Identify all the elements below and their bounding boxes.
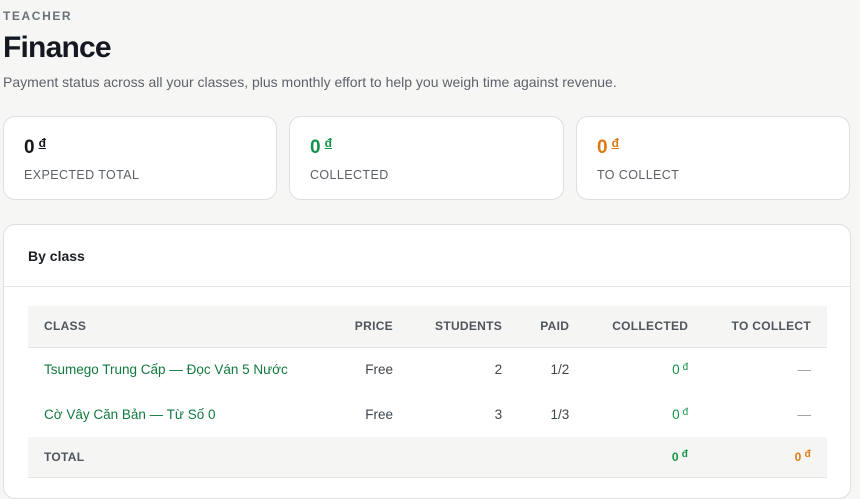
col-class: CLASS bbox=[28, 306, 332, 348]
currency-symbol: đ bbox=[682, 407, 689, 418]
kpi-to-collect-value: 0đ bbox=[597, 136, 619, 158]
cell-collected: 0đ bbox=[672, 407, 689, 422]
table-row: Tsumego Trung Cấp — Đọc Ván 5 Nước Free … bbox=[28, 347, 827, 392]
currency-symbol: đ bbox=[38, 136, 46, 150]
total-empty bbox=[518, 437, 586, 478]
col-price: PRICE bbox=[331, 306, 409, 348]
cell-price: Free bbox=[365, 362, 393, 378]
cell-price: Free bbox=[365, 407, 393, 422]
col-paid: PAID bbox=[518, 306, 586, 348]
page-title: Finance bbox=[3, 31, 112, 64]
kpi-collected-value: 0đ bbox=[310, 136, 332, 158]
by-class-panel: By class CLASS PRICE STUDENTS PAID COLLE… bbox=[3, 224, 851, 499]
total-empty bbox=[408, 437, 519, 478]
currency-symbol: đ bbox=[611, 136, 619, 150]
by-class-table: CLASS PRICE STUDENTS PAID COLLECTED TO C… bbox=[28, 306, 827, 478]
total-empty bbox=[331, 437, 409, 478]
cell-collected: 0đ bbox=[672, 362, 689, 378]
col-to-collect: TO COLLECT bbox=[704, 306, 827, 348]
kpi-to-collect-label: TO COLLECT bbox=[597, 168, 680, 182]
cell-to-collect: — bbox=[797, 362, 812, 378]
by-class-title: By class bbox=[28, 248, 85, 264]
class-link[interactable]: Tsumego Trung Cấp — Đọc Ván 5 Nước bbox=[28, 347, 332, 392]
currency-symbol: đ bbox=[324, 136, 332, 150]
total-label: TOTAL bbox=[28, 437, 332, 478]
kpi-collected: 0đ COLLECTED bbox=[289, 116, 564, 200]
currency-symbol: đ bbox=[682, 362, 689, 374]
cell-paid: 1/3 bbox=[550, 407, 570, 422]
page-subtitle: Payment status across all your classes, … bbox=[3, 74, 617, 90]
table-row: Cờ Vây Căn Bản — Từ Số 0 Free 3 1/3 0đ — bbox=[28, 392, 827, 437]
currency-symbol: đ bbox=[804, 449, 811, 461]
total-to-collect: 0đ bbox=[704, 437, 827, 478]
kpi-expected-total-value: 0đ bbox=[24, 136, 46, 158]
total-collected: 0đ bbox=[585, 437, 705, 478]
currency-symbol: đ bbox=[681, 449, 689, 461]
kpi-to-collect: 0đ TO COLLECT bbox=[576, 116, 850, 200]
kpi-expected-total: 0đ EXPECTED TOTAL bbox=[3, 116, 277, 200]
cell-students: 2 bbox=[494, 362, 503, 378]
col-collected: COLLECTED bbox=[585, 306, 705, 348]
cell-students: 3 bbox=[494, 407, 503, 422]
table-total-row: TOTAL 0đ 0đ bbox=[28, 437, 827, 478]
cell-paid: 1/2 bbox=[550, 362, 570, 378]
col-students: STUDENTS bbox=[408, 306, 519, 348]
class-link[interactable]: Cờ Vây Căn Bản — Từ Số 0 bbox=[28, 392, 332, 437]
eyebrow-role: TEACHER bbox=[3, 9, 73, 23]
kpi-expected-total-label: EXPECTED TOTAL bbox=[24, 168, 140, 182]
panel-divider bbox=[4, 286, 850, 287]
table-header-row: CLASS PRICE STUDENTS PAID COLLECTED TO C… bbox=[28, 306, 827, 348]
kpi-collected-label: COLLECTED bbox=[310, 168, 389, 182]
cell-to-collect: — bbox=[797, 407, 812, 422]
